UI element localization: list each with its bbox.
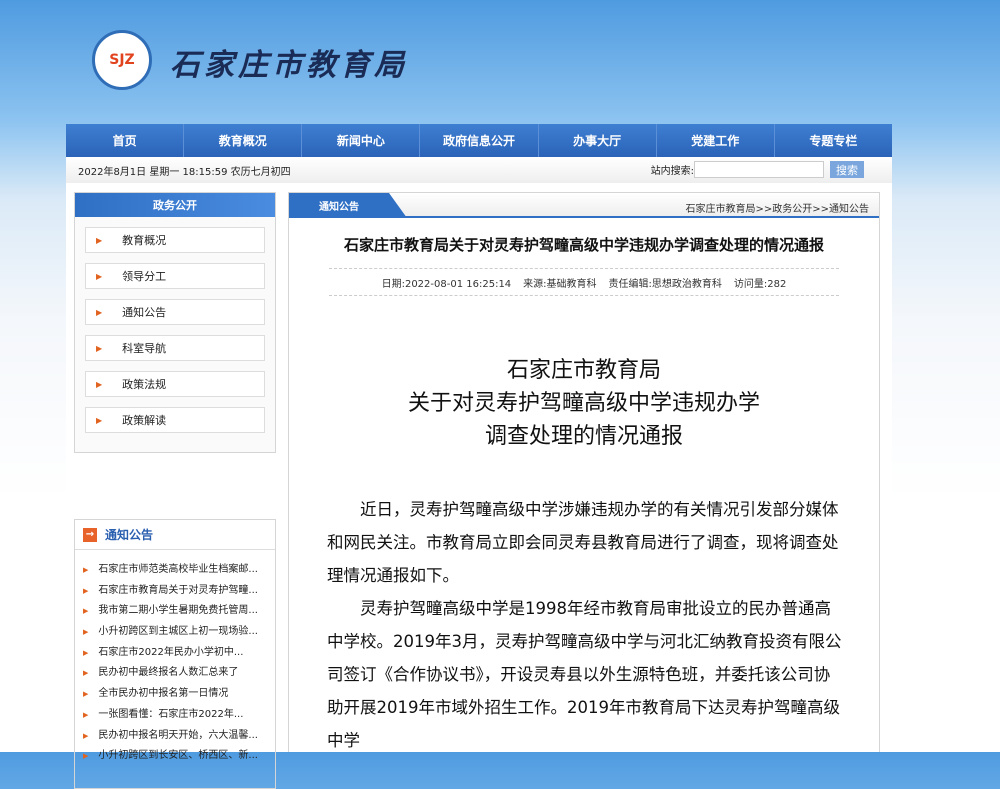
list-item-text: 石家庄市2022年民办小学初中... [98, 646, 244, 658]
list-item[interactable]: ▶ 民办初中最终报名人数汇总来了 [83, 663, 275, 684]
sidebar-item-label: 通知公告 [122, 306, 167, 319]
nav-news-center[interactable]: 新闻中心 [302, 124, 421, 157]
list-item[interactable]: ▶ 石家庄市教育局关于对灵寿护驾疃... [83, 581, 275, 602]
arrow-icon: ▶ [96, 271, 103, 281]
list-item[interactable]: ▶ 我市第二期小学生暑期免费托管周... [83, 601, 275, 622]
nav-gov-info[interactable]: 政府信息公开 [420, 124, 539, 157]
sidebar-item-policies[interactable]: ▶ 政策法规 [85, 371, 265, 397]
bullet-icon: ▶ [83, 628, 89, 637]
sidebar-item-leadership[interactable]: ▶ 领导分工 [85, 263, 265, 289]
panel-title: 政务公开 [75, 193, 275, 217]
arrow-icon: ▶ [96, 415, 103, 425]
bullet-icon: ▶ [83, 607, 89, 616]
arrow-icon: ▶ [96, 379, 103, 389]
notices-panel-header[interactable]: → 通知公告 [75, 520, 275, 550]
info-bar: 2022年8月1日 星期一 18:15:59 农历七月初四 站内搜索: 搜索 [66, 157, 892, 183]
article-editor: 责任编辑:思想政治教育科 [608, 278, 722, 290]
body-title-line: 关于对灵寿护驾疃高级中学违规办学 [407, 391, 760, 416]
site-header: SJZ 石家庄市教育局 [0, 0, 1000, 124]
list-item[interactable]: ▶ 一张图看懂：石家庄市2022年... [83, 705, 275, 726]
nav-home[interactable]: 首页 [66, 124, 185, 157]
nav-party-building[interactable]: 党建工作 [657, 124, 775, 157]
nav-education-overview[interactable]: 教育概况 [184, 124, 303, 157]
bullet-icon: ▶ [83, 731, 89, 740]
article-title: 石家庄市教育局关于对灵寿护驾疃高级中学违规办学调查处理的情况通报 [343, 236, 824, 254]
site-logo[interactable]: SJZ [92, 30, 152, 90]
current-datetime: 2022年8月1日 星期一 18:15:59 农历七月初四 [78, 166, 291, 178]
sidebar-item-departments[interactable]: ▶ 科室导航 [85, 335, 265, 361]
sidebar-item-label: 政策法规 [122, 378, 167, 391]
list-item[interactable]: ▶ 小升初跨区到主城区上初一现场验... [83, 622, 275, 643]
body-title-line: 石家庄市教育局 [506, 358, 661, 383]
sidebar-item-label: 领导分工 [122, 270, 167, 283]
article-body: 近日，灵寿护驾疃高级中学涉嫌违规办学的有关情况引发部分媒体和网民关注。市教育局立… [327, 493, 845, 757]
notices-list: ▶ 石家庄市师范类高校毕业生档案邮... ▶ 石家庄市教育局关于对灵寿护驾疃... … [75, 550, 275, 767]
list-item-text: 石家庄市师范类高校毕业生档案邮... [98, 564, 258, 575]
article-date: 日期:2022-08-01 16:25:14 [381, 278, 512, 290]
list-item-text: 民办初中最终报名人数汇总来了 [98, 667, 239, 679]
sidebar: 政务公开 ▶ 教育概况 ▶ 领导分工 ▶ 通知公告 ▶ 科室导航 ▶ 政策法规 ▶ 政策解读… [74, 192, 276, 789]
arrow-icon: ▶ [96, 235, 103, 245]
article-source: 来源:基础教育科 [523, 278, 597, 290]
nav-special-topics[interactable]: 专题专栏 [775, 124, 892, 157]
tab-notices[interactable]: 通知公告 [289, 193, 407, 218]
search-label: 站内搜索: [650, 166, 694, 177]
bullet-icon: ▶ [83, 752, 89, 761]
notices-panel-title: 通知公告 [105, 528, 154, 542]
search-button[interactable]: 搜索 [830, 161, 864, 178]
list-item-text: 小升初跨区到主城区上初一现场验... [98, 626, 258, 638]
list-item-text: 石家庄市教育局关于对灵寿护驾疃... [98, 584, 258, 596]
bullet-icon: ▶ [83, 566, 89, 574]
body-title-line: 调查处理的情况通报 [484, 424, 683, 449]
sidebar-item-education-overview[interactable]: ▶ 教育概况 [85, 227, 265, 253]
search-input[interactable] [694, 161, 824, 178]
paragraph: 灵寿护驾疃高级中学是1998年经市教育局审批设立的民办普通高中学校。2019年3… [327, 599, 842, 750]
article-meta: 日期:2022-08-01 16:25:14 来源:基础教育科 责任编辑:思想政… [329, 268, 839, 296]
notices-panel: → 通知公告 ▶ 石家庄市师范类高校毕业生档案邮... ▶ 石家庄市教育局关于对灵寿护… [74, 519, 276, 789]
main-nav: 首页 教育概况 新闻中心 政府信息公开 办事大厅 党建工作 专题专栏 [66, 124, 892, 157]
site-search: 站内搜索: 搜索 [651, 161, 864, 178]
nav-service-hall[interactable]: 办事大厅 [539, 124, 657, 157]
article-tabbar: 通知公告 石家庄市教育局>>政务公开>>通知公告 [289, 193, 879, 218]
list-item-text: 民办初中报名明天开始，六大温馨... [98, 729, 258, 741]
sidebar-item-policy-interpretation[interactable]: ▶ 政策解读 [85, 407, 265, 433]
list-item[interactable]: ▶ 小升初跨区到长安区、桥西区、新... [83, 746, 275, 767]
article-views: 访问量:282 [733, 278, 787, 290]
bullet-icon: ▶ [83, 690, 89, 699]
sidebar-item-notices[interactable]: ▶ 通知公告 [85, 299, 265, 325]
arrow-icon: ▶ [96, 343, 103, 353]
sidebar-item-label: 科室导航 [122, 342, 167, 355]
list-item-text: 全市民办初中报名第一日情况 [98, 688, 229, 700]
page-container: 首页 教育概况 新闻中心 政府信息公开 办事大厅 党建工作 专题专栏 2022年… [66, 124, 892, 789]
list-item[interactable]: ▶ 全市民办初中报名第一日情况 [83, 684, 275, 705]
arrow-icon: ▶ [96, 307, 103, 317]
list-item[interactable]: ▶ 石家庄市2022年民办小学初中... [83, 643, 275, 664]
article-panel: 通知公告 石家庄市教育局>>政务公开>>通知公告 石家庄市教育局关于对灵寿护驾疃… [288, 192, 880, 752]
bullet-icon: ▶ [83, 710, 89, 719]
list-item[interactable]: ▶ 石家庄市师范类高校毕业生档案邮... [83, 560, 275, 581]
gov-affairs-panel: 政务公开 ▶ 教育概况 ▶ 领导分工 ▶ 通知公告 ▶ 科室导航 ▶ 政策法规 ▶ 政策解读 [74, 192, 276, 453]
list-item-text: 我市第二期小学生暑期免费托管周... [98, 605, 258, 617]
sidebar-item-label: 政策解读 [122, 414, 167, 427]
paragraph: 近日，灵寿护驾疃高级中学涉嫌违规办学的有关情况引发部分媒体和网民关注。市教育局立… [327, 500, 839, 585]
arrow-right-icon: → [83, 527, 97, 542]
article-body-title: 石家庄市教育局 关于对灵寿护驾疃高级中学违规办学 调查处理的情况通报 [289, 354, 879, 453]
bullet-icon: ▶ [83, 586, 89, 595]
bullet-icon: ▶ [83, 648, 89, 657]
site-title: 石家庄市教育局 [170, 48, 408, 83]
bullet-icon: ▶ [83, 669, 89, 678]
breadcrumb[interactable]: 石家庄市教育局>>政务公开>>通知公告 [685, 200, 869, 215]
list-item-text: 一张图看懂：石家庄市2022年... [98, 708, 244, 720]
list-item[interactable]: ▶ 民办初中报名明天开始，六大温馨... [83, 726, 275, 747]
sidebar-item-label: 教育概况 [122, 234, 167, 247]
